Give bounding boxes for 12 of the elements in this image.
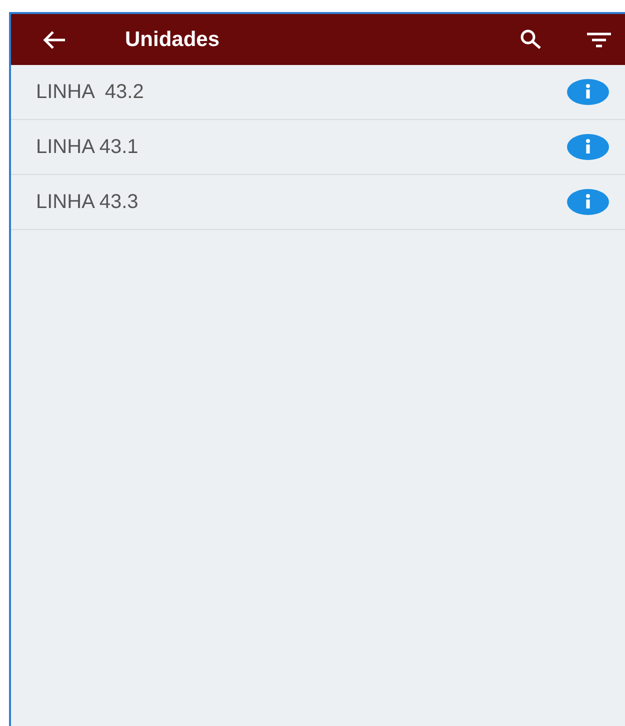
unit-name: LINHA 43.2 bbox=[36, 80, 145, 104]
unit-row[interactable]: LINHA 43.3 bbox=[11, 175, 625, 230]
unit-row[interactable]: LINHA 43.2 bbox=[11, 65, 625, 120]
search-icon[interactable] bbox=[519, 28, 543, 52]
back-arrow-icon[interactable] bbox=[41, 30, 67, 50]
unit-name: LINHA 43.3 bbox=[36, 190, 140, 214]
unit-name: LINHA 43.1 bbox=[36, 136, 140, 158]
screen-title: Unidades bbox=[125, 28, 221, 52]
info-icon[interactable] bbox=[567, 134, 609, 160]
info-icon[interactable] bbox=[567, 79, 609, 105]
info-icon[interactable] bbox=[567, 189, 609, 215]
unit-row[interactable]: LINHA 43.1 bbox=[11, 120, 625, 175]
